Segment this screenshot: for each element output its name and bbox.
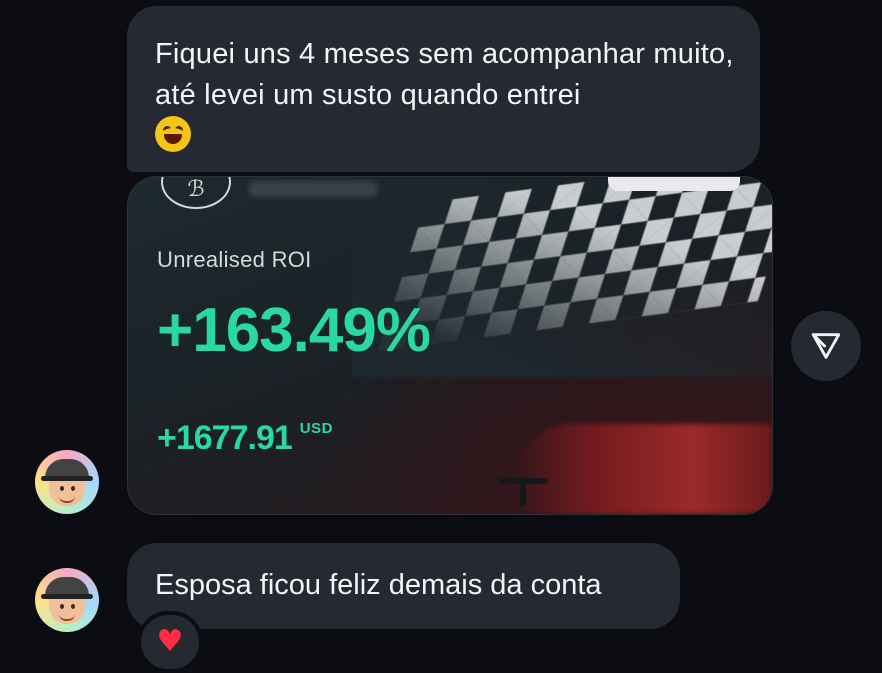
message-text: Esposa ficou feliz demais da conta: [155, 569, 602, 601]
blurred-username: [248, 181, 378, 197]
share-icon: [811, 333, 841, 359]
avatar[interactable]: [35, 568, 99, 632]
message-bubble-1[interactable]: Fiquei uns 4 meses sem acompanhar muito,…: [127, 6, 760, 172]
heart-icon: ♥: [156, 624, 184, 659]
usd-unit: USD: [299, 420, 333, 437]
message-text: Fiquei uns 4 meses sem acompanhar muito,…: [155, 38, 734, 111]
brand-logo-icon: ℬ: [161, 177, 231, 209]
race-car-graphic: [512, 424, 772, 514]
usd-profit: +1677.91 USD: [157, 419, 333, 457]
message-bubble-2[interactable]: Esposa ficou feliz demais da conta: [127, 543, 680, 629]
shared-image-card[interactable]: ℬ Unrealised ROI +163.49% +1677.91 USD: [127, 176, 773, 515]
avatar[interactable]: [35, 450, 99, 514]
share-button[interactable]: [791, 311, 861, 381]
roi-value: +163.49%: [157, 296, 431, 365]
roi-label: Unrealised ROI: [157, 247, 312, 272]
reaction-badge[interactable]: ♥: [137, 611, 203, 673]
laughing-emoji-icon: [155, 116, 191, 152]
